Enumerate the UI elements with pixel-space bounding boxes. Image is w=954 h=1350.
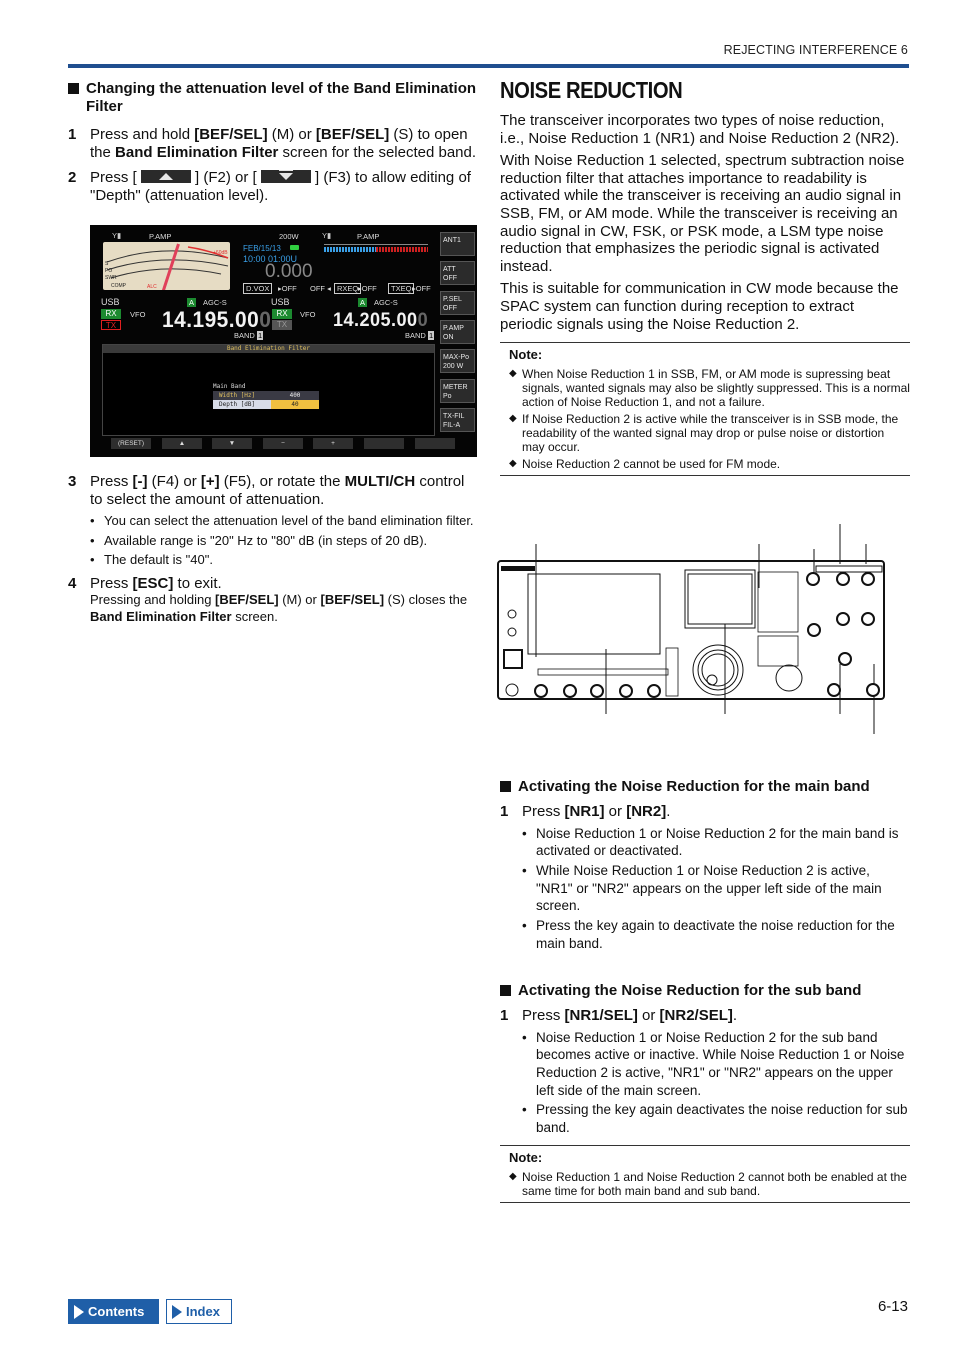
fkey-7[interactable]	[415, 438, 455, 449]
main-band-section: Activating the Noise Reduction for the m…	[500, 778, 910, 952]
svg-text:+60dB: +60dB	[213, 250, 228, 256]
bef-row-depth[interactable]: Depth [dB] 40	[213, 400, 319, 409]
diamond-icon: ◆	[509, 413, 517, 425]
note-item: ◆ Noise Reduction 1 and Noise Reduction 2…	[509, 1169, 907, 1198]
paragraph: This is suitable for communication in CW…	[500, 280, 899, 333]
step-3: 3 Press [-] (F4) or [+] (F5), or rotate …	[68, 473, 465, 508]
svg-text:COMP: COMP	[111, 283, 127, 289]
square-bullet-icon	[500, 781, 511, 792]
screen-btn-maxpo[interactable]: MAX-Po 200 W	[440, 349, 475, 373]
list-item: • Pressing the key again deactivates the …	[522, 1102, 908, 1136]
header-rule	[68, 64, 909, 68]
svg-text:SWR: SWR	[105, 275, 117, 281]
page-title: NOISE REDUCTION	[500, 77, 683, 103]
analog-meter: S PO SWR COMP ALC +60dB	[103, 242, 230, 290]
paragraph: With Noise Reduction 1 selected, spectru…	[500, 152, 905, 275]
list-item: • You can select the attenuation level of…	[90, 513, 474, 528]
diamond-icon: ◆	[509, 1170, 517, 1182]
step-2: 2 Press [ ] (F2) or [ ] (F3) to allow ed…	[68, 169, 471, 204]
bef-table: Main Band Width [Hz] 400 Depth [dB] 40	[213, 383, 319, 409]
diamond-icon: ◆	[509, 368, 517, 380]
step-1: 1 Press and hold [BEF/SEL] (M) or [BEF/S…	[68, 126, 477, 161]
transceiver-front-panel-diagram	[497, 524, 885, 734]
list-item: • Noise Reduction 1 or Noise Reduction 2 …	[522, 1029, 905, 1098]
battery-icon	[290, 245, 299, 250]
antenna-icon: Y▮	[112, 231, 122, 240]
list-item: • Press the key again to deactivate the n…	[522, 918, 895, 951]
radio-screen-image: Y▮ P.AMP 200W Y▮ P.AMP S PO SWR COMP ALC…	[90, 225, 477, 457]
list-item: • Available range is "20" Hz to "80" dB (…	[90, 532, 428, 548]
screen-btn-psel[interactable]: P.SEL OFF	[440, 291, 475, 315]
screen-btn-pamp[interactable]: P.AMP ON	[440, 320, 475, 344]
section-title: REJECTING INTERFERENCE 6	[723, 43, 908, 57]
note-box: Note: ◆ When Noise Reduction 1 in SSB, FM…	[500, 342, 910, 477]
svg-text:ALC: ALC	[147, 284, 157, 290]
note-item: ◆ Noise Reduction 2 cannot be used for FM…	[509, 457, 781, 472]
sub-band-section: Activating the Noise Reduction for the s…	[500, 982, 910, 1203]
step-3-bullets: • You can select the attenuation level of…	[90, 512, 478, 569]
diamond-icon: ◆	[509, 458, 517, 470]
a-badge: A	[358, 298, 368, 307]
index-button[interactable]: Index	[166, 1299, 232, 1324]
play-arrow-icon	[172, 1304, 182, 1319]
down-key-icon	[260, 170, 311, 183]
a-badge: A	[187, 298, 197, 307]
screen-btn-ant[interactable]: ANT1	[440, 232, 475, 256]
step-4-detail: Pressing and holding [BEF/SEL] (M) or [B…	[90, 592, 468, 624]
fkey-up[interactable]: ▲	[162, 438, 202, 449]
list-item: • Noise Reduction 1 or Noise Reduction 2 …	[522, 825, 899, 859]
bef-row-width[interactable]: Width [Hz] 400	[213, 391, 319, 400]
square-bullet-icon	[68, 83, 79, 94]
note-item: ◆ When Noise Reduction 1 in SSB, FM, or A…	[509, 367, 910, 410]
fkey-plus[interactable]: +	[313, 438, 353, 449]
main-frequency: 14.195.000	[162, 307, 272, 332]
page-number: 6-13	[877, 1298, 908, 1315]
note-box: Note: ◆ Noise Reduction 1 and Noise Reduc…	[500, 1144, 910, 1203]
svg-text:PO: PO	[105, 268, 112, 274]
bef-panel: Band Elimination Filter Main Band Width …	[102, 344, 435, 436]
screen-btn-att[interactable]: ATT OFF	[440, 261, 475, 285]
left-column: Changing the attenuation level of the Ba…	[68, 80, 478, 204]
contents-button[interactable]: Contents	[68, 1299, 159, 1324]
screen-btn-meter[interactable]: METER Po	[440, 379, 475, 403]
play-arrow-icon	[74, 1304, 84, 1319]
right-column: NOISE REDUCTION The transceiver incorpor…	[500, 76, 910, 477]
bef-heading: Changing the attenuation level of the Ba…	[68, 80, 478, 116]
sub-frequency: 14.205.000	[333, 310, 429, 331]
up-key-icon	[140, 170, 191, 183]
paragraph: The transceiver incorporates two types o…	[500, 112, 900, 147]
screen-btn-txfil[interactable]: TX-FIL FIL-A	[440, 408, 475, 432]
fkey-reset[interactable]: (RESET)	[111, 438, 151, 449]
left-column-lower: 3 Press [-] (F4) or [+] (F5), or rotate …	[68, 473, 478, 625]
list-item: • While Noise Reduction 1 or Noise Reduct…	[522, 862, 882, 914]
fkey-6[interactable]	[364, 438, 404, 449]
step-4: 4 Press [ESC] to exit.	[68, 574, 222, 592]
square-bullet-icon	[500, 985, 511, 996]
fkey-minus[interactable]: −	[263, 438, 303, 449]
list-item: • The default is "40".	[90, 552, 213, 567]
note-item: ◆ If Noise Reduction 2 is active while th…	[509, 412, 899, 455]
s-meter-bar	[320, 234, 432, 259]
fkey-down[interactable]: ▼	[212, 438, 252, 449]
